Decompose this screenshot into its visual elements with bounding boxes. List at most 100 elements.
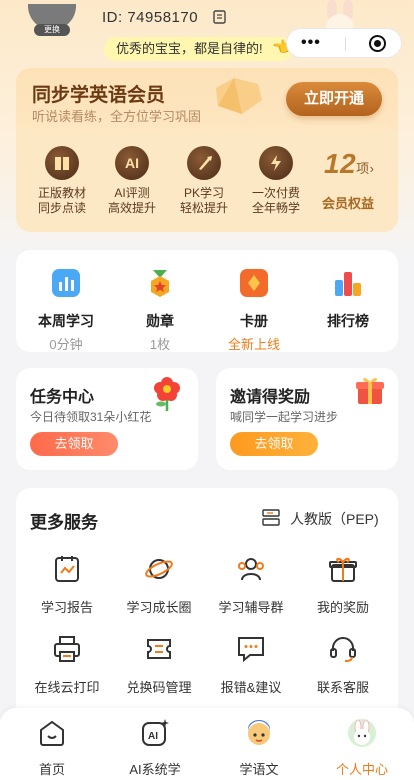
book-icon bbox=[45, 146, 79, 180]
chinese-tab-icon bbox=[248, 720, 270, 745]
service-tutor-group[interactable]: 学习辅导群 bbox=[206, 554, 296, 616]
textbook-edition-selector[interactable]: 人教版（PEP) bbox=[290, 509, 379, 529]
benefit-label: 正版教材 bbox=[37, 186, 86, 200]
tab-profile[interactable]: 个人中心 bbox=[310, 718, 414, 778]
tab-ai-study[interactable]: AI AI系统学 bbox=[103, 718, 207, 778]
task-claim-button[interactable]: 去领取 bbox=[30, 432, 118, 456]
stat-label: 勋章 bbox=[146, 313, 174, 329]
stat-label: 排行榜 bbox=[327, 313, 369, 329]
stat-medals[interactable]: 勋章 1枚 bbox=[120, 268, 200, 353]
more-services-card: 更多服务 人教版（PEP) 学习报告 学习成长圈 学习辅导群 我的奖励 在线云打… bbox=[16, 488, 398, 718]
stat-label: 卡册 bbox=[240, 313, 268, 329]
benefit-label: AI评测 bbox=[114, 186, 150, 200]
home-icon bbox=[40, 720, 64, 746]
service-label: 兑换码管理 bbox=[126, 680, 192, 695]
printer-icon bbox=[54, 636, 80, 662]
tab-label: 首页 bbox=[38, 762, 65, 777]
close-miniapp-icon[interactable] bbox=[369, 35, 386, 52]
stats-card: 本周学习 0分钟 勋章 1枚 卡册 全新上线 排行榜 bbox=[16, 250, 398, 352]
vip-title: 同步学英语会员 bbox=[32, 85, 166, 106]
planet-icon bbox=[145, 559, 173, 579]
slogan-bubble: 优秀的宝宝，都是自律的! bbox=[104, 37, 293, 61]
benefit-caption: 高效提升 bbox=[107, 201, 156, 215]
bunny-mascot-icon bbox=[326, 0, 354, 30]
service-study-report[interactable]: 学习报告 bbox=[22, 554, 112, 616]
profile-header: 更换 ID: 74958170 优秀的宝宝，都是自律的! 👈 ••• bbox=[0, 0, 414, 66]
vip-membership-card[interactable]: 同步学英语会员 听说读看练，全方位学习巩固 立即开通 正版教材 同步点读 AI … bbox=[16, 68, 398, 232]
benefit-count[interactable]: 12项› bbox=[324, 148, 375, 180]
vip-subtitle: 听说读看练，全方位学习巩固 bbox=[32, 109, 202, 124]
benefit-count-number: 12 bbox=[324, 148, 357, 179]
profile-tab-icon bbox=[348, 719, 376, 747]
feedback-icon bbox=[238, 637, 264, 663]
service-label: 联系客服 bbox=[316, 680, 369, 695]
service-growth-circle[interactable]: 学习成长圈 bbox=[114, 554, 204, 616]
card-icon bbox=[240, 269, 268, 297]
copy-icon[interactable] bbox=[213, 10, 226, 24]
more-menu-icon[interactable]: ••• bbox=[301, 34, 321, 52]
benefit-ai-eval[interactable]: AI AI评测 高效提升 bbox=[92, 146, 172, 216]
gem-icon bbox=[216, 78, 262, 114]
headset-icon bbox=[330, 637, 356, 662]
benefit-label: 一次付费 bbox=[251, 186, 300, 200]
tab-chinese[interactable]: 学语文 bbox=[207, 718, 311, 778]
bolt-shield-icon bbox=[259, 146, 293, 180]
invite-claim-button[interactable]: 去领取 bbox=[230, 432, 318, 456]
stat-leaderboard[interactable]: 排行榜 bbox=[308, 268, 388, 334]
miniapp-capsule: ••• bbox=[286, 28, 402, 58]
benefit-caption: 轻松提升 bbox=[179, 201, 228, 215]
ai-icon: AI bbox=[115, 146, 149, 180]
report-icon bbox=[55, 556, 79, 582]
svg-text:AI: AI bbox=[148, 731, 158, 742]
invite-subtitle: 喊同学一起学习进步 bbox=[230, 410, 339, 424]
service-my-rewards[interactable]: 我的奖励 bbox=[298, 554, 388, 616]
stat-value: 全新上线 bbox=[227, 337, 280, 352]
benefit-caption: 全年畅学 bbox=[251, 201, 300, 215]
gift-icon bbox=[329, 557, 357, 582]
stat-label: 本周学习 bbox=[38, 313, 94, 329]
service-redeem-code[interactable]: 兑换码管理 bbox=[114, 634, 204, 696]
stat-weekly-study[interactable]: 本周学习 0分钟 bbox=[26, 268, 106, 353]
textbook-edition-icon[interactable] bbox=[262, 509, 280, 526]
benefit-textbook[interactable]: 正版教材 同步点读 bbox=[22, 146, 102, 216]
benefit-count-label[interactable]: 会员权益 bbox=[322, 193, 374, 212]
tab-home[interactable]: 首页 bbox=[0, 718, 104, 778]
group-icon bbox=[238, 558, 264, 581]
open-vip-button[interactable]: 立即开通 bbox=[286, 82, 382, 116]
service-label: 学习报告 bbox=[40, 600, 93, 615]
service-label: 报错&建议 bbox=[220, 680, 282, 695]
tab-label: 个人中心 bbox=[335, 762, 388, 777]
stat-card-album[interactable]: 卡册 全新上线 bbox=[214, 268, 294, 353]
service-label: 学习辅导群 bbox=[218, 600, 284, 615]
avatar-change-badge[interactable]: 更换 bbox=[34, 24, 70, 36]
task-center-title: 任务中心 bbox=[30, 389, 95, 406]
avatar[interactable]: 更换 bbox=[28, 4, 76, 36]
invite-reward-card[interactable]: 邀请得奖励 喊同学一起学习进步 去领取 bbox=[216, 368, 398, 470]
service-feedback[interactable]: 报错&建议 bbox=[206, 634, 296, 696]
red-flower-icon bbox=[154, 377, 180, 411]
user-id: ID: 74958170 bbox=[102, 9, 199, 26]
invite-title: 邀请得奖励 bbox=[230, 389, 311, 406]
gift-box-icon bbox=[356, 377, 384, 404]
service-customer-support[interactable]: 联系客服 bbox=[298, 634, 388, 696]
chart-icon bbox=[52, 269, 80, 297]
benefit-count-unit: 项 bbox=[356, 161, 370, 176]
capsule-divider bbox=[345, 37, 346, 51]
tab-label: 学语文 bbox=[239, 762, 279, 777]
service-label: 我的奖励 bbox=[316, 600, 369, 615]
service-cloud-print[interactable]: 在线云打印 bbox=[22, 634, 112, 696]
benefit-pk[interactable]: PK学习 轻松提升 bbox=[164, 146, 244, 216]
stat-value: 0分钟 bbox=[49, 337, 83, 352]
task-center-subtitle: 今日待领取31朵小红花 bbox=[30, 410, 152, 424]
services-title: 更多服务 bbox=[30, 513, 98, 532]
service-label: 在线云打印 bbox=[34, 680, 100, 695]
stat-value: 1枚 bbox=[149, 337, 171, 352]
task-center-card[interactable]: 任务中心 今日待领取31朵小红花 去领取 bbox=[16, 368, 198, 470]
bottom-tab-bar: 首页 AI AI系统学 学语文 个人中心 bbox=[0, 708, 414, 780]
medal-icon bbox=[151, 270, 169, 297]
rocket-icon bbox=[187, 146, 221, 180]
ai-tab-icon: AI bbox=[142, 719, 169, 746]
tab-label: AI系统学 bbox=[129, 762, 181, 777]
chevron-right-icon: › bbox=[369, 161, 375, 176]
benefit-one-pay[interactable]: 一次付费 全年畅学 bbox=[236, 146, 316, 216]
